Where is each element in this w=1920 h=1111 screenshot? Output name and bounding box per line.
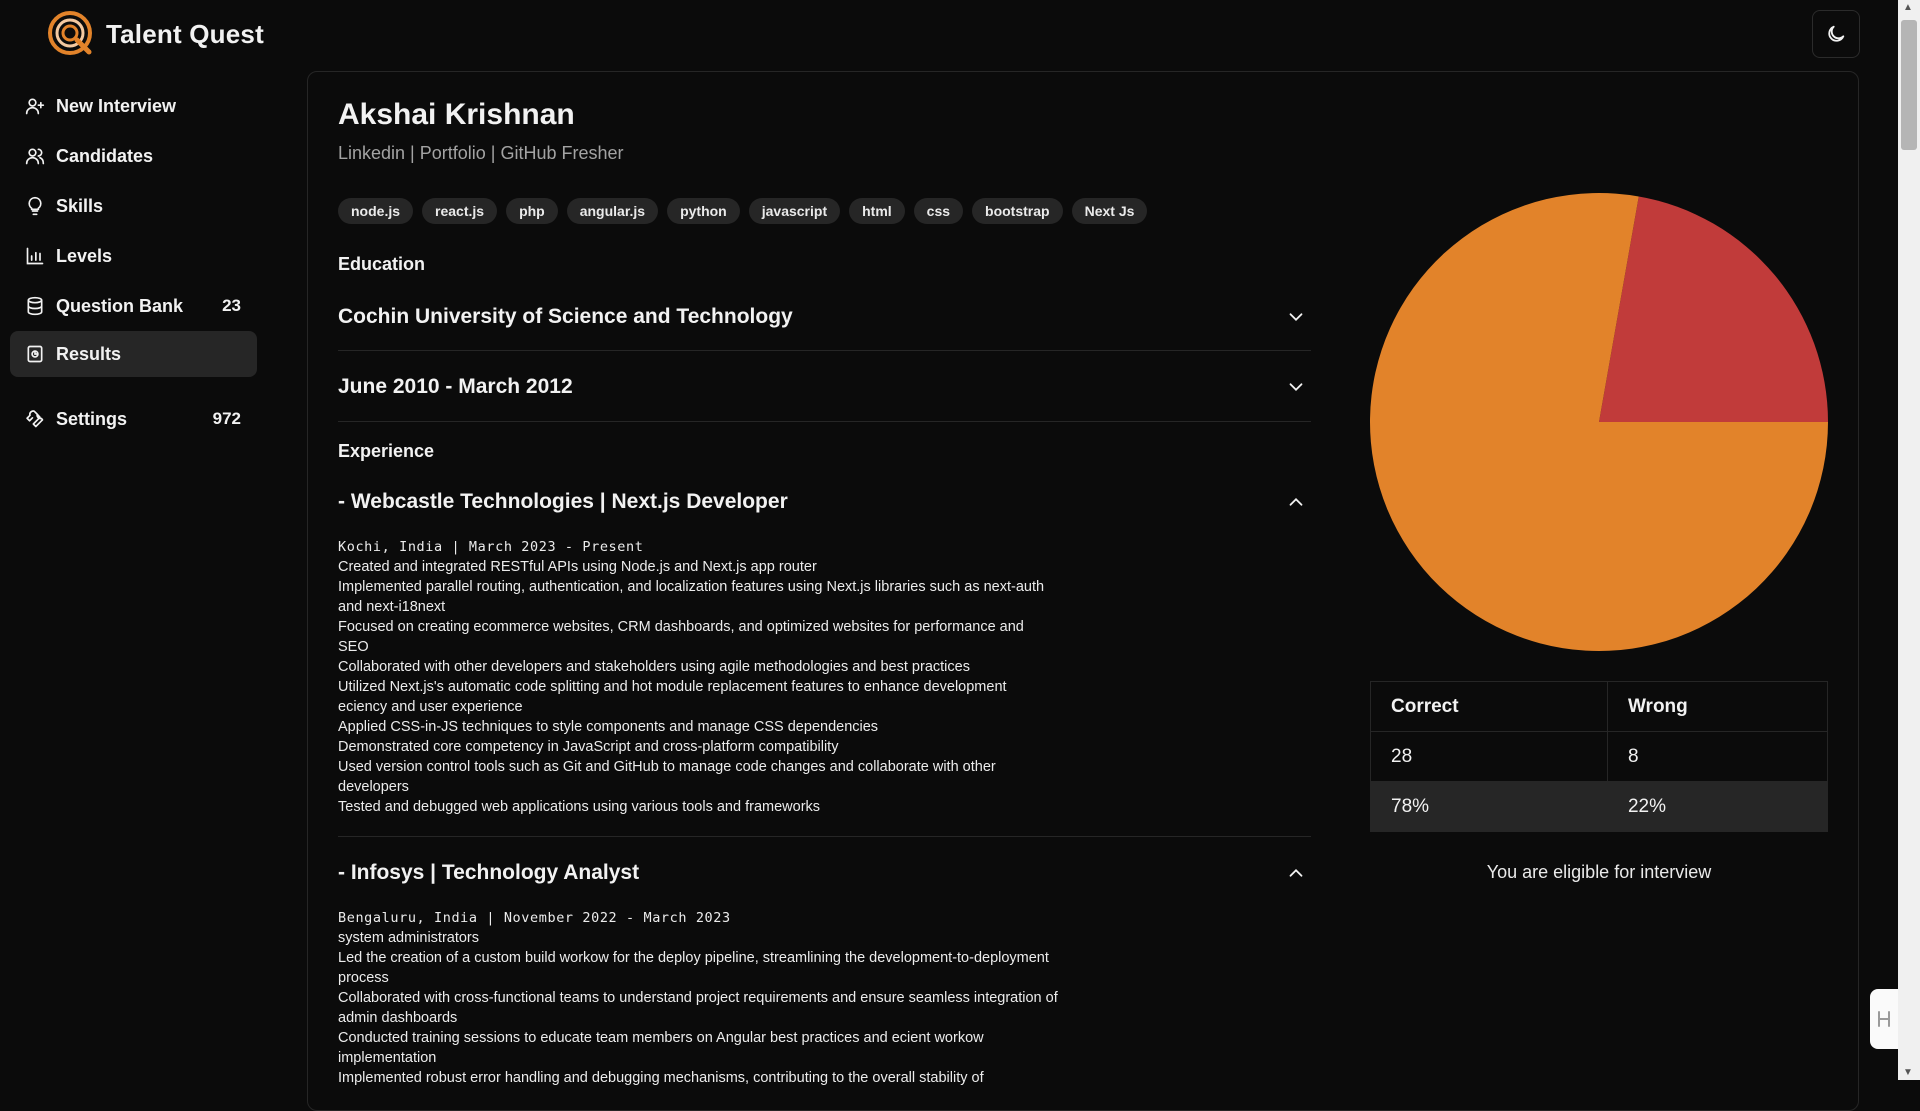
- candidate-name: Akshai Krishnan: [338, 98, 575, 131]
- page-scrollbar[interactable]: ▲ ▼: [1898, 0, 1920, 1080]
- chevron-up-icon: [1289, 868, 1303, 877]
- correct-percent: 78%: [1370, 781, 1608, 832]
- wrong-count: 8: [1606, 731, 1829, 782]
- experience-line: Applied CSS-in-JS techniques to style co…: [338, 719, 879, 735]
- wrench-icon: [24, 408, 46, 430]
- experience-line: Focused on creating ecommerce websites, …: [338, 619, 1024, 655]
- experience-details: Kochi, India | March 2023 - Present Crea…: [338, 537, 1058, 817]
- sidebar-item-count: 972: [212, 409, 241, 428]
- moon-icon: [1828, 25, 1845, 42]
- lightbulb-icon: [24, 195, 46, 217]
- pie-slice-wrong: [1599, 196, 1828, 422]
- table-row: 78% 22%: [1370, 781, 1829, 832]
- experience-accordion-item[interactable]: - Webcastle Technologies | Next.js Devel…: [338, 487, 1311, 517]
- experience-line: Used version control tools such as Git a…: [338, 759, 996, 795]
- accordion-title: June 2010 - March 2012: [338, 375, 573, 398]
- table-row: 28 8: [1370, 731, 1829, 782]
- table-header-row: Correct Wrong: [1370, 681, 1829, 732]
- sidebar-item-label: Results: [56, 343, 122, 364]
- chevron-down-icon: [1289, 313, 1303, 322]
- brand-name: Talent Quest: [106, 18, 264, 49]
- column-header-wrong: Wrong: [1606, 681, 1829, 732]
- experience-accordion-item[interactable]: - Infosys | Technology Analyst: [338, 858, 1311, 888]
- user-plus-icon: [24, 95, 46, 117]
- experience-line: Led the creation of a custom build worko…: [338, 950, 1049, 986]
- results-icon: [24, 343, 46, 365]
- skill-tags: node.js react.js php angular.js python j…: [338, 198, 1148, 224]
- sidebar-item-results[interactable]: Results: [10, 331, 257, 377]
- correct-count: 28: [1370, 731, 1608, 782]
- sidebar-item-label: Question Bank: [56, 295, 184, 316]
- sidebar-item-label: Settings: [56, 408, 128, 429]
- results-table: Correct Wrong 28 8 78% 22%: [1370, 681, 1829, 832]
- accordion-title: Cochin University of Science and Technol…: [338, 305, 793, 328]
- floating-widget-button[interactable]: [1870, 989, 1898, 1049]
- scrollbar-thumb[interactable]: [1901, 20, 1917, 150]
- experience-line: Collaborated with other developers and s…: [338, 659, 970, 675]
- eligibility-message: You are eligible for interview: [1486, 862, 1712, 882]
- divider: [338, 421, 1311, 422]
- skill-tag: react.js: [422, 198, 498, 224]
- education-accordion-item[interactable]: Cochin University of Science and Technol…: [338, 302, 1311, 332]
- skill-tag: node.js: [338, 198, 414, 224]
- bar-chart-icon: [24, 245, 46, 267]
- experience-details: Bengaluru, India | November 2022 - March…: [338, 908, 1058, 1088]
- wrong-percent: 22%: [1606, 781, 1829, 832]
- scroll-down-arrow-icon[interactable]: ▼: [1903, 1067, 1913, 1078]
- experience-line: Created and integrated RESTful APIs usin…: [338, 559, 817, 575]
- experience-meta: Bengaluru, India | November 2022 - March…: [338, 910, 731, 926]
- divider: [338, 836, 1311, 837]
- sidebar-item-question-bank[interactable]: Question Bank 23: [10, 283, 257, 329]
- chevron-down-icon: [1289, 383, 1303, 392]
- sidebar: New Interview Candidates Skills Levels Q…: [0, 72, 290, 1080]
- education-title: Education: [338, 254, 426, 274]
- scroll-up-arrow-icon[interactable]: ▲: [1903, 2, 1913, 13]
- theme-toggle-button[interactable]: [1812, 10, 1860, 58]
- sidebar-item-levels[interactable]: Levels: [10, 233, 257, 279]
- skill-tag: javascript: [748, 198, 841, 224]
- sidebar-item-count: 23: [222, 296, 241, 315]
- experience-line: Conducted training sessions to educate t…: [338, 1030, 984, 1066]
- skill-tag: php: [506, 198, 558, 224]
- experience-line: Tested and debugged web applications usi…: [338, 799, 821, 815]
- widget-icon: [1878, 1011, 1890, 1027]
- experience-line: Utilized Next.js's automatic code splitt…: [338, 679, 1007, 715]
- education-accordion-item[interactable]: June 2010 - March 2012: [338, 372, 1311, 402]
- target-search-icon: [48, 11, 92, 55]
- accordion-title: - Webcastle Technologies | Next.js Devel…: [338, 490, 788, 513]
- skill-tag: css: [913, 198, 964, 224]
- experience-line: Implemented parallel routing, authentica…: [338, 579, 1045, 615]
- sidebar-item-label: Skills: [56, 195, 104, 216]
- sidebar-item-settings[interactable]: Settings 972: [10, 396, 257, 442]
- experience-line: system administrators: [338, 930, 480, 946]
- sidebar-item-label: Levels: [56, 245, 113, 266]
- users-icon: [24, 145, 46, 167]
- experience-line: Collaborated with cross-functional teams…: [338, 990, 1058, 1026]
- experience-line: Demonstrated core competency in JavaScri…: [338, 739, 839, 755]
- sidebar-item-new-interview[interactable]: New Interview: [10, 83, 257, 129]
- candidate-links: Linkedin | Portfolio | GitHub Fresher: [338, 143, 624, 163]
- brand[interactable]: Talent Quest: [46, 9, 264, 59]
- sidebar-item-candidates[interactable]: Candidates: [10, 133, 257, 179]
- skill-tag: Next Js: [1071, 198, 1148, 224]
- accordion-title: - Infosys | Technology Analyst: [338, 861, 640, 884]
- experience-line: Implemented robust error handling and de…: [338, 1070, 984, 1086]
- candidate-details: Akshai Krishnan Linkedin | Portfolio | G…: [338, 0, 1311, 1086]
- sidebar-item-label: New Interview: [56, 95, 177, 116]
- chevron-up-icon: [1289, 497, 1303, 506]
- experience-title: Experience: [338, 441, 435, 461]
- sidebar-item-label: Candidates: [56, 145, 154, 166]
- skill-tag: python: [667, 198, 740, 224]
- divider: [338, 350, 1311, 351]
- sidebar-item-skills[interactable]: Skills: [10, 183, 257, 229]
- experience-meta: Kochi, India | March 2023 - Present: [338, 539, 644, 555]
- database-icon: [24, 295, 46, 317]
- skill-tag: bootstrap: [972, 198, 1063, 224]
- results-pie-chart: [1370, 193, 1828, 651]
- column-header-correct: Correct: [1370, 681, 1608, 732]
- skill-tag: angular.js: [566, 198, 659, 224]
- skill-tag: html: [849, 198, 905, 224]
